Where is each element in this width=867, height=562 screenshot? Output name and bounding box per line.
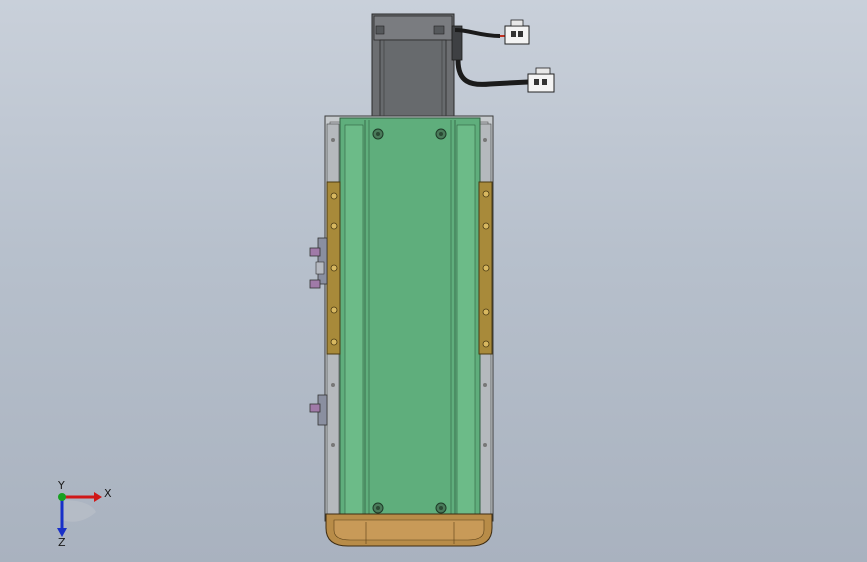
cad-graphics-viewport[interactable]: X Y Z (0, 0, 867, 562)
connector-icon[interactable] (527, 67, 555, 93)
actuator-body[interactable] (324, 115, 494, 525)
x-axis-label: X (104, 487, 112, 500)
connector-icon[interactable] (504, 19, 530, 45)
left-guide-strip[interactable] (326, 181, 341, 355)
axis-triad-icon: X Y Z (57, 479, 112, 549)
right-guide-strip[interactable] (478, 181, 493, 355)
sensor-bracket-lower[interactable] (309, 394, 328, 426)
end-cap[interactable] (325, 513, 493, 547)
y-axis-label: Y (57, 479, 65, 492)
sensor-bracket-upper[interactable] (309, 237, 328, 289)
servo-motor[interactable] (371, 13, 463, 119)
z-axis-label: Z (58, 536, 66, 549)
linear-actuator-model[interactable]: X Y Z (0, 0, 867, 562)
